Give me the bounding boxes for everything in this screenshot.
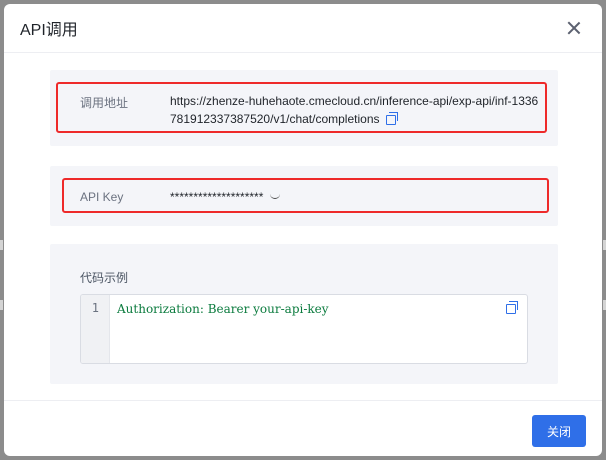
close-button[interactable]: 关闭	[532, 415, 586, 447]
code-line: Authorization: Bearer your-api-key	[117, 302, 329, 316]
background-fragment	[0, 300, 3, 310]
line-gutter: 1	[81, 295, 110, 363]
endpoint-value: https://zhenze-huhehaote.cmecloud.cn/inf…	[170, 92, 540, 128]
copy-icon[interactable]	[506, 301, 519, 314]
api-key-masked: ********************	[170, 190, 264, 204]
api-key-label: API Key	[80, 190, 124, 204]
code-editor[interactable]: 1 Authorization: Bearer your-api-key	[80, 294, 528, 364]
copy-icon[interactable]	[385, 112, 399, 125]
api-call-dialog: API调用 调用地址 https://zhenze-huhehaote.cmec…	[4, 4, 602, 456]
line-number: 1	[91, 301, 99, 315]
close-icon[interactable]	[562, 16, 586, 40]
dialog-header: API调用	[4, 4, 602, 53]
highlight-box	[62, 178, 549, 213]
code-example-section: 代码示例 1 Authorization: Bearer your-api-ke…	[50, 244, 558, 384]
api-key-value: ********************	[170, 188, 283, 206]
dialog-footer: 关闭	[4, 400, 602, 456]
dialog-title: API调用	[20, 22, 78, 39]
background-fragment	[0, 240, 3, 250]
endpoint-section: 调用地址 https://zhenze-huhehaote.cmecloud.c…	[50, 70, 558, 146]
api-key-section: API Key ********************	[50, 166, 558, 226]
endpoint-url: https://zhenze-huhehaote.cmecloud.cn/inf…	[170, 94, 539, 126]
code-example-label: 代码示例	[80, 271, 129, 285]
eye-closed-icon[interactable]	[269, 194, 283, 202]
endpoint-label: 调用地址	[80, 96, 129, 110]
